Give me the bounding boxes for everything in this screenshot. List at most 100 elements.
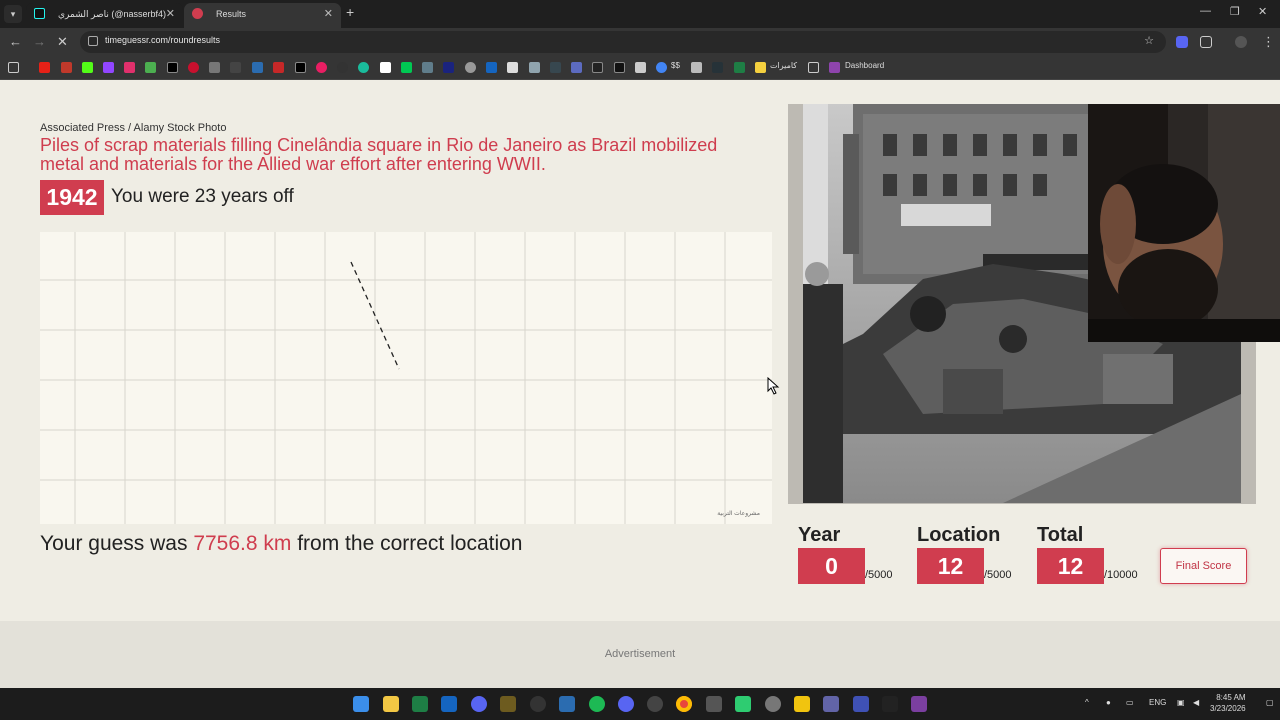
bookmark-icon[interactable] [230,62,241,73]
tab-tiktok[interactable]: ناصر الشمري (@nasserbf4) ✕ [26,3,183,28]
bookmark-icon[interactable] [273,62,284,73]
extensions-puzzle-icon[interactable] [1200,36,1212,48]
bookmark-icon[interactable] [529,62,540,73]
keyboard-icon[interactable]: ▭ [1126,698,1134,707]
app-icon[interactable] [530,696,546,712]
app-icon[interactable] [882,696,898,712]
volume-icon[interactable]: ◀ [1193,698,1199,707]
advertisement-label: Advertisement [604,648,676,660]
dashboard-icon[interactable] [829,62,840,73]
app-icon[interactable] [706,696,722,712]
bookmark-icon[interactable] [712,62,723,73]
start-icon[interactable] [353,696,369,712]
advertisement-strip: Advertisement [0,621,1280,688]
bookmark-icon[interactable] [61,62,72,73]
close-icon[interactable]: ✕ [166,3,175,25]
bookmark-icon[interactable] [443,62,454,73]
bookmark-icon[interactable] [295,62,306,73]
bookmark-label[interactable]: Dashboard [845,61,884,70]
bookmark-icon[interactable] [401,62,412,73]
bookmark-icon[interactable] [252,62,263,73]
bookmark-icon[interactable] [316,62,327,73]
restore-icon[interactable]: ❐ [1230,5,1240,18]
app-icon[interactable] [647,696,663,712]
total-score-label: Total [1037,524,1084,546]
bookmark-icon[interactable] [145,62,156,73]
app-icon[interactable] [559,696,575,712]
profile-avatar[interactable] [1235,36,1247,48]
minimize-icon[interactable]: — [1200,5,1211,17]
bookmark-icon[interactable] [550,62,561,73]
bookmark-icon[interactable] [486,62,497,73]
total-score-value: 12 [1037,548,1104,584]
excel-icon[interactable] [734,62,745,73]
app-icon[interactable] [735,696,751,712]
language-indicator[interactable]: ENG [1149,698,1166,707]
browser-menu-icon[interactable]: ⋮ [1262,34,1275,50]
app-icon[interactable] [911,696,927,712]
bookmark-icon[interactable] [188,62,199,73]
x-icon[interactable] [167,62,178,73]
bookmark-icon[interactable] [592,62,603,73]
tab-search-icon[interactable]: ▾ [4,5,22,23]
location-score-value: 12 [917,548,984,584]
window-close-icon[interactable]: ✕ [1258,5,1267,18]
webcam-overlay [1088,104,1280,342]
new-tab-button[interactable]: + [346,4,354,20]
file-explorer-icon[interactable] [383,696,399,712]
sticky-notes-icon[interactable] [794,696,810,712]
microphone-icon[interactable]: ● [1106,698,1111,707]
tab-results[interactable]: Results ✕ [184,3,341,28]
bookmark-icon[interactable] [337,62,348,73]
result-map[interactable]: مشروعات التربية [40,232,772,524]
discord-icon[interactable] [618,696,634,712]
tray-chevron-icon[interactable]: ^ [1085,698,1089,707]
bookmark-star-icon[interactable]: ☆ [1144,34,1154,47]
twitch-icon[interactable] [103,62,114,73]
app-icon[interactable] [853,696,869,712]
kick-icon[interactable] [82,62,93,73]
network-icon[interactable]: ▣ [1177,698,1185,707]
teams-icon[interactable] [823,696,839,712]
address-bar[interactable]: timeguessr.com/roundresults ☆ [80,31,1166,53]
bookmark-label[interactable]: $$ [671,61,680,70]
bookmark-icon[interactable] [691,62,702,73]
folder-icon[interactable] [808,62,819,73]
extension-icon[interactable] [1176,36,1188,48]
url-text[interactable]: timeguessr.com/roundresults [105,35,220,45]
notification-icon[interactable]: ▢ [1266,698,1274,707]
close-icon[interactable]: ✕ [324,3,333,25]
bookmark-icon[interactable] [465,62,476,73]
back-icon[interactable]: ← [9,34,22,49]
bookmark-icon[interactable] [507,62,518,73]
chrome-icon[interactable] [676,696,692,712]
bookmark-icon[interactable] [422,62,433,73]
webcam-image [1088,104,1280,342]
bookmark-icon[interactable] [571,62,582,73]
folder-icon[interactable] [755,62,766,73]
bookmark-icon[interactable] [358,62,369,73]
year-score-max: /5000 [865,569,893,581]
youtube-icon[interactable] [39,62,50,73]
forward-icon[interactable]: → [33,34,46,49]
clock-time: 8:45 AM [1216,693,1246,702]
settings-icon[interactable] [765,696,781,712]
system-clock[interactable]: 8:45 AM 3/23/2026 [1210,692,1246,714]
instagram-icon[interactable] [124,62,135,73]
app-icon[interactable] [441,696,457,712]
spotify-icon[interactable] [589,696,605,712]
guess-prefix: Your guess was [40,532,194,555]
site-info-icon[interactable] [88,36,98,46]
bookmark-icon[interactable] [209,62,220,73]
final-score-button[interactable]: Final Score [1160,548,1247,584]
google-icon[interactable] [656,62,667,73]
apps-grid-icon[interactable] [8,62,19,73]
bookmark-icon[interactable] [635,62,646,73]
bookmark-icon[interactable] [380,62,391,73]
bookmark-icon[interactable] [614,62,625,73]
stop-loading-icon[interactable]: ✕ [57,34,68,50]
bookmark-label[interactable]: كاميرات [770,61,797,70]
app-icon[interactable] [412,696,428,712]
app-icon[interactable] [500,696,516,712]
app-icon[interactable] [471,696,487,712]
